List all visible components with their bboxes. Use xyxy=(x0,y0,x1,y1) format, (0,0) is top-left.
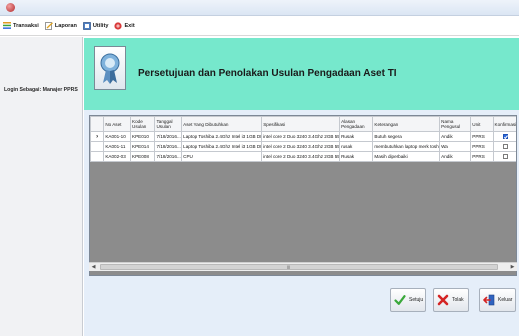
list-icon xyxy=(3,22,11,29)
cell-tanggal-usulan[interactable]: 7/18/2016... xyxy=(154,131,183,142)
checkmark-icon xyxy=(394,295,406,305)
cell-alasan[interactable]: rusak xyxy=(339,141,374,152)
menu-utility[interactable]: Utility xyxy=(83,21,109,30)
column-header[interactable]: Kode Usulan xyxy=(130,116,156,132)
reject-button-label: Tolak xyxy=(452,297,464,303)
app-icon xyxy=(6,3,15,12)
menu-exit-label: Exit xyxy=(124,22,135,29)
column-header[interactable]: Nama Pengusul xyxy=(439,116,472,132)
row-indicator: › xyxy=(90,131,105,142)
menu-laporan-label: Laporan xyxy=(54,22,77,29)
cell-aset[interactable]: CPU xyxy=(181,151,263,162)
cell-no-aset[interactable]: KA002-03 xyxy=(103,151,132,162)
table-row[interactable]: › KA001-10 KPE010 7/18/2016... Laptop To… xyxy=(90,131,516,142)
cell-unit[interactable]: PPRS xyxy=(470,131,494,142)
exit-button[interactable]: Keluar xyxy=(479,288,516,312)
usulan-table: No Aset Kode Usulan Tanggal Usulan Aset … xyxy=(90,116,516,162)
column-header[interactable]: No Aset xyxy=(103,116,132,132)
cell-spesifikasi[interactable]: intel core 2 Duo 3240 3.4Ghz 2GB 55w xyxy=(261,131,341,142)
cell-spesifikasi[interactable]: intel core 2 Duo 3240 3.4Ghz 2GB 55w xyxy=(261,151,341,162)
cell-kode-usulan[interactable]: KPE008 xyxy=(130,151,156,162)
cell-no-aset[interactable]: KA001-11 xyxy=(103,141,132,152)
reject-button[interactable]: Tolak xyxy=(433,288,469,312)
menu-bar: Transaksi Laporan Utility Exit xyxy=(0,16,519,36)
row-indicator xyxy=(90,151,105,162)
approval-badge-icon xyxy=(94,46,126,90)
cell-keterangan[interactable]: Butuh segera xyxy=(372,131,441,142)
cell-unit[interactable]: PPRS xyxy=(470,141,494,152)
utility-icon xyxy=(83,21,91,30)
konfirmasi-checkbox[interactable] xyxy=(502,134,508,140)
window-titlebar xyxy=(0,0,519,16)
menu-laporan[interactable]: Laporan xyxy=(44,21,77,30)
cell-kode-usulan[interactable]: KPE010 xyxy=(130,131,156,142)
cell-nama-pengusul[interactable]: Wa xyxy=(439,141,472,152)
report-icon xyxy=(44,21,53,30)
cell-keterangan[interactable]: membutuhkan laptop merk toshibah xyxy=(372,141,441,152)
column-header[interactable]: Konfirmasi xyxy=(492,116,516,132)
column-header[interactable]: Tanggal Usulan xyxy=(154,116,183,132)
cell-alasan[interactable]: Rusak xyxy=(339,151,374,162)
scrollbar-thumb[interactable] xyxy=(100,264,498,270)
column-header[interactable]: Spesifikasi xyxy=(261,116,341,132)
cell-keterangan[interactable]: Masih diperbaiki xyxy=(372,151,441,162)
horizontal-scrollbar[interactable]: ◀ ||| ▶ xyxy=(89,262,517,271)
exit-icon xyxy=(114,21,123,30)
column-header[interactable]: Alasan Pengadaan xyxy=(339,116,374,132)
cell-unit[interactable]: PPRS xyxy=(470,151,494,162)
sidebar: Login Sebagai: Manajer PPRS xyxy=(0,37,83,336)
cell-kode-usulan[interactable]: KPE014 xyxy=(130,141,156,152)
cross-icon xyxy=(437,294,449,306)
page-header: Persetujuan dan Penolakan Usulan Pengada… xyxy=(84,38,519,110)
menu-transaksi[interactable]: Transaksi xyxy=(3,22,39,29)
cell-tanggal-usulan[interactable]: 7/18/2016... xyxy=(154,151,183,162)
cell-konfirmasi[interactable] xyxy=(492,131,516,142)
login-status: Login Sebagai: Manajer PPRS xyxy=(4,87,78,93)
approve-button-label: Setuju xyxy=(409,297,424,303)
page-title: Persetujuan dan Penolakan Usulan Pengada… xyxy=(138,68,397,79)
row-selector-header xyxy=(90,116,105,132)
cell-alasan[interactable]: Rusak xyxy=(339,131,374,142)
cell-konfirmasi[interactable] xyxy=(492,151,516,162)
scroll-right-icon[interactable]: ▶ xyxy=(508,263,517,271)
scrollbar-grip-icon: ||| xyxy=(287,264,291,269)
approve-button[interactable]: Setuju xyxy=(390,288,426,312)
scroll-left-icon[interactable]: ◀ xyxy=(89,263,98,271)
menu-transaksi-label: Transaksi xyxy=(13,22,39,29)
usulan-grid[interactable]: No Aset Kode Usulan Tanggal Usulan Aset … xyxy=(89,115,517,276)
konfirmasi-checkbox[interactable] xyxy=(502,154,508,160)
cell-nama-pengusul[interactable]: Andik xyxy=(439,131,472,142)
cell-aset[interactable]: Laptop Toshiba 2.4Ghz Intel i3 1GB DDR3 xyxy=(181,131,263,142)
table-row[interactable]: KA001-11 KPE014 7/18/2016... Laptop Tosh… xyxy=(90,141,516,152)
column-header[interactable]: Unit xyxy=(470,116,494,132)
cell-no-aset[interactable]: KA001-10 xyxy=(103,131,132,142)
exit-button-label: Keluar xyxy=(498,297,513,303)
cell-konfirmasi[interactable] xyxy=(492,141,516,152)
cell-spesifikasi[interactable]: intel core 2 Duo 3240 3.4Ghz 2GB 55w xyxy=(261,141,341,152)
cell-nama-pengusul[interactable]: Andik xyxy=(439,151,472,162)
column-header[interactable]: Aset Yang Dibutuhkan xyxy=(181,116,263,132)
cell-aset[interactable]: Laptop Toshiba 2.4Ghz Intel i3 1GB DDR3 xyxy=(181,141,263,152)
menu-exit[interactable]: Exit xyxy=(114,21,135,30)
table-row[interactable]: KA002-03 KPE008 7/18/2016... CPU intel c… xyxy=(90,151,516,162)
menu-utility-label: Utility xyxy=(92,22,109,29)
table-header-row: No Aset Kode Usulan Tanggal Usulan Aset … xyxy=(90,116,516,132)
row-indicator xyxy=(90,141,105,152)
exit-door-icon xyxy=(483,294,495,306)
konfirmasi-checkbox[interactable] xyxy=(502,144,508,150)
cell-tanggal-usulan[interactable]: 7/18/2016... xyxy=(154,141,183,152)
column-header[interactable]: Keterangan xyxy=(372,116,441,132)
